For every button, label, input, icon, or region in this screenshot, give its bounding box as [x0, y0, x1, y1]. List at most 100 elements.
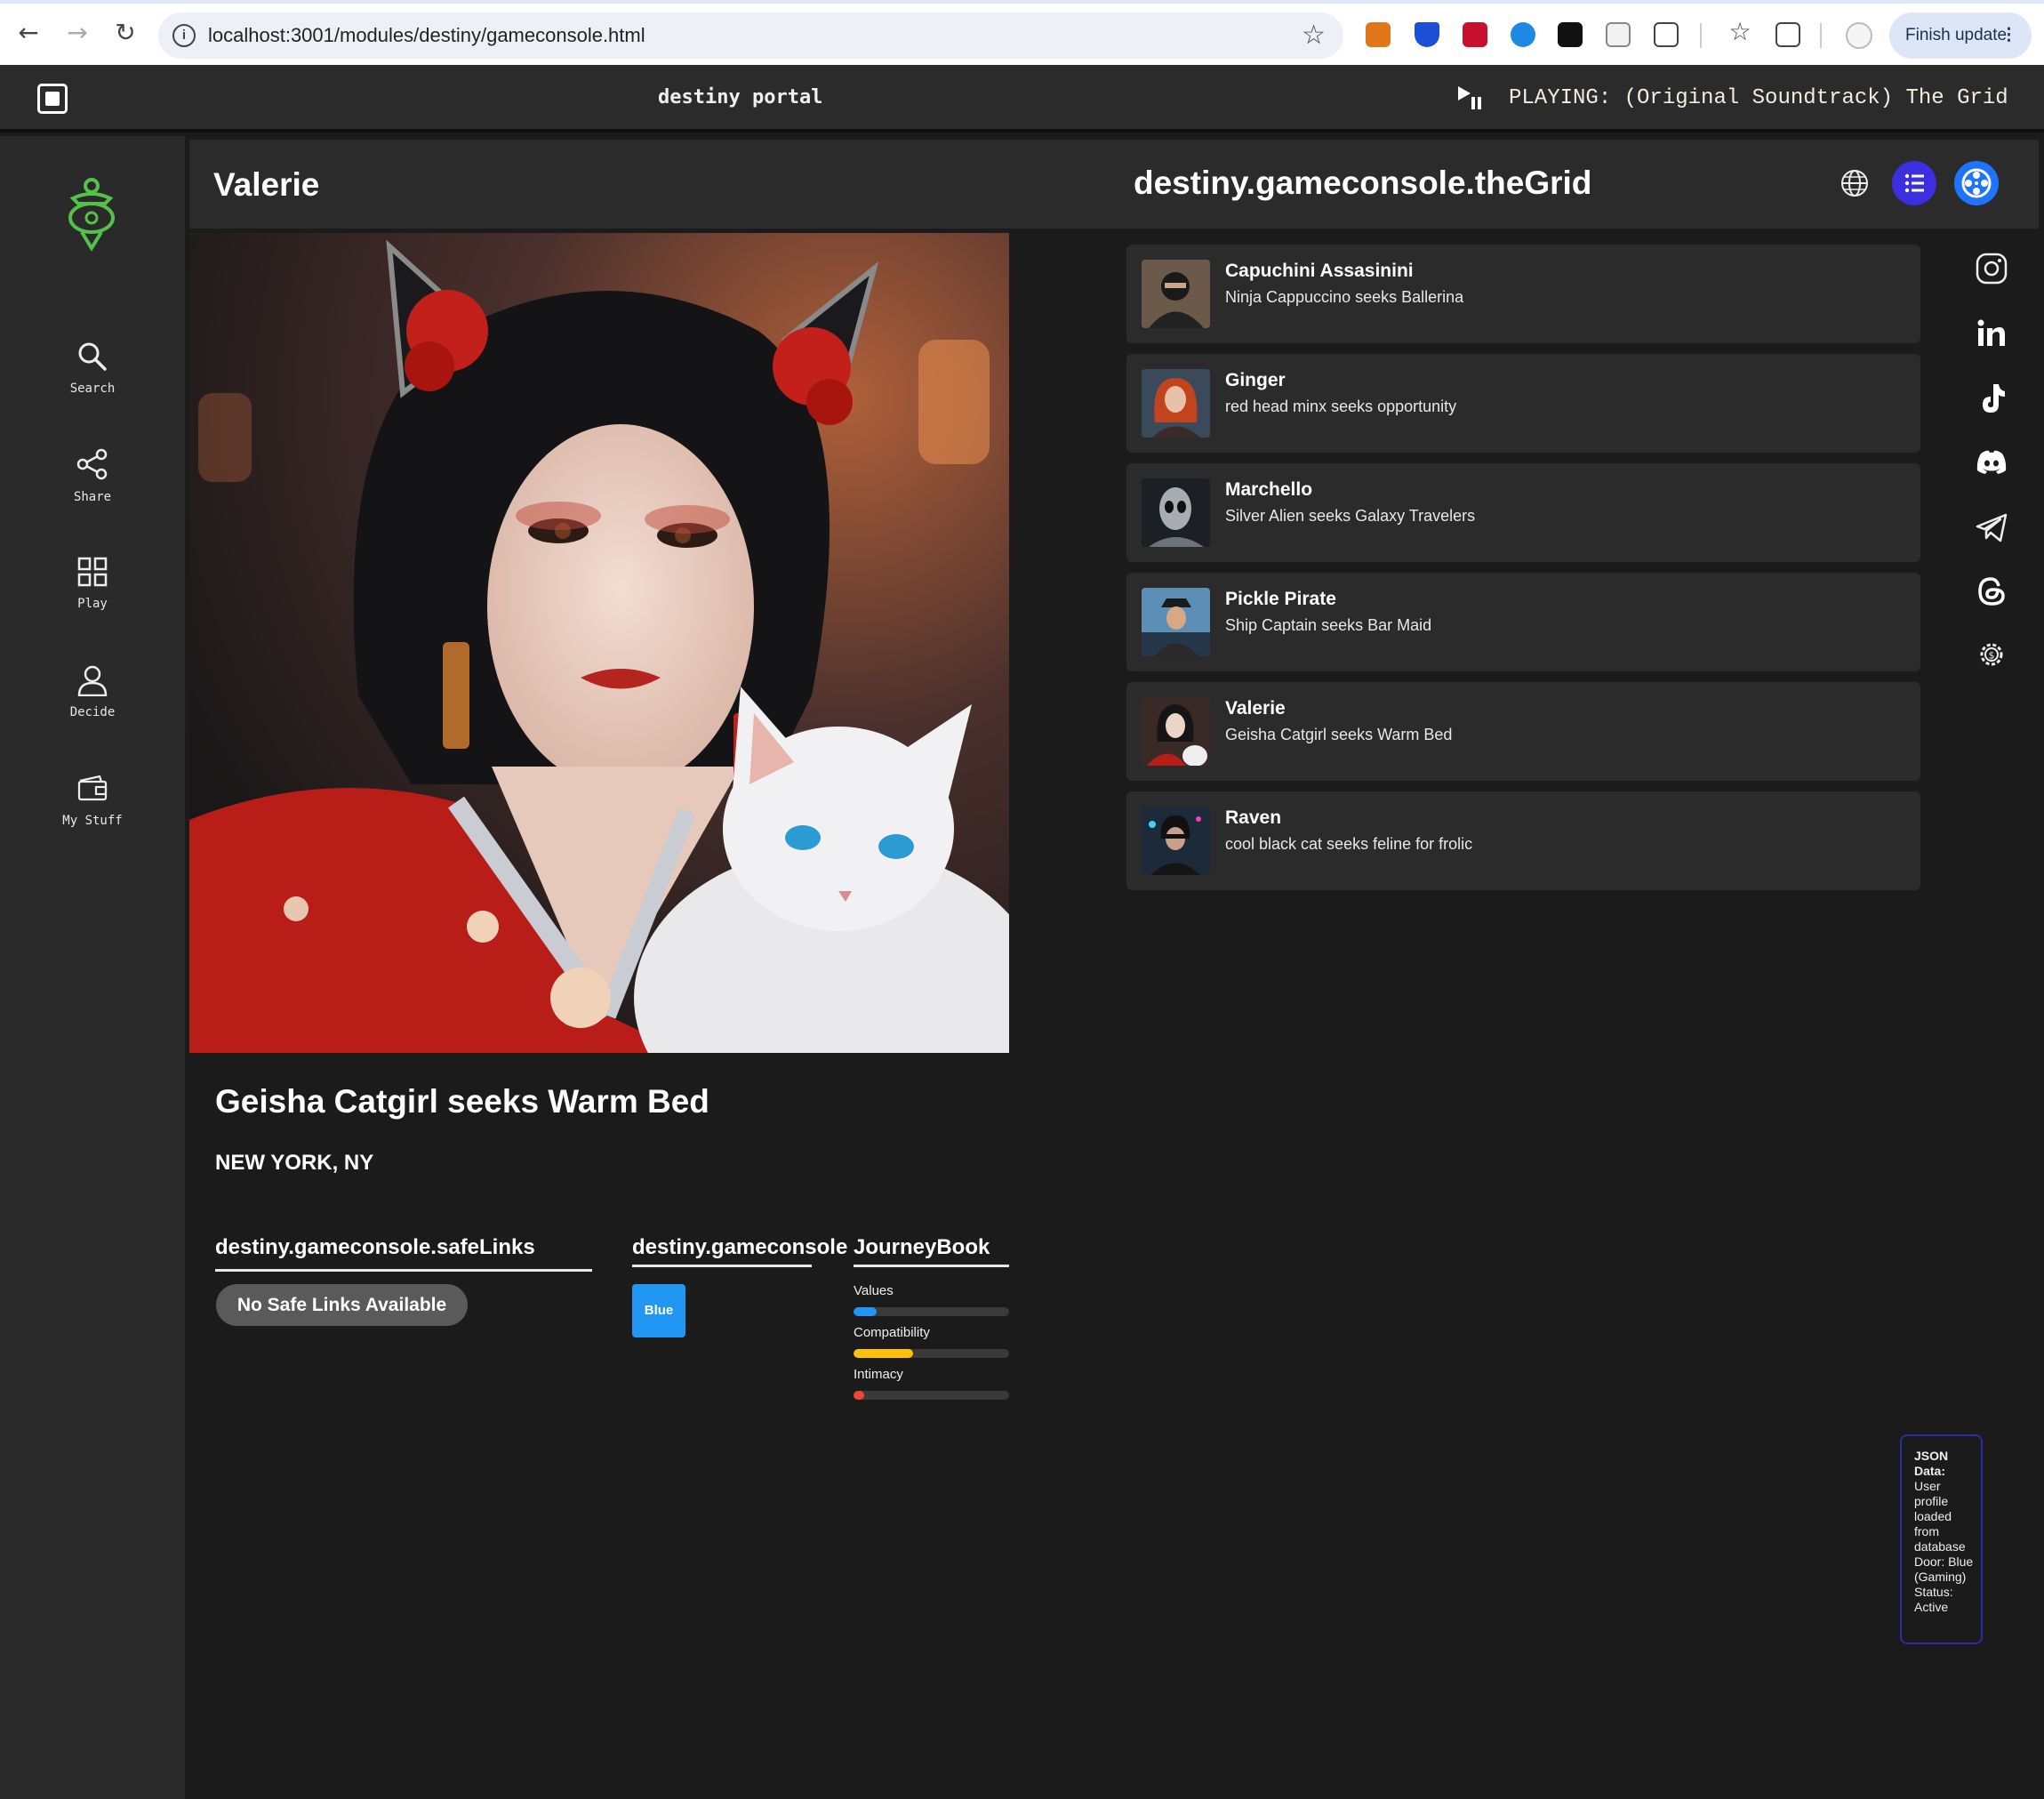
grid-card-tagline: Ship Captain seeks Bar Maid: [1225, 616, 1432, 634]
sidebar-item-label: Decide: [69, 705, 116, 719]
app-topbar: destiny portal PLAYING: (Original Soundt…: [0, 65, 2044, 133]
linkedin-icon[interactable]: [1974, 316, 2009, 351]
reload-icon[interactable]: ↻: [112, 20, 139, 46]
sidebar-item-share[interactable]: Share: [0, 447, 185, 527]
no-safe-links-button[interactable]: No Safe Links Available: [216, 1284, 468, 1326]
profile-avatar-icon[interactable]: [1846, 22, 1872, 49]
app-title: destiny portal: [658, 86, 823, 108]
profile-portrait-image: [189, 233, 1009, 1053]
json-data-panel: JSON Data: User profile loaded from data…: [1900, 1434, 1983, 1644]
sidebar-item-label: Search: [69, 381, 116, 396]
finish-update-button[interactable]: Finish update ⋮: [1889, 12, 2032, 59]
url-text[interactable]: localhost:3001/modules/destiny/gameconso…: [208, 24, 645, 47]
back-arrow-icon[interactable]: ←: [15, 20, 42, 46]
grid-card[interactable]: Marchello Silver Alien seeks Galaxy Trav…: [1126, 463, 1920, 562]
sidebar-item-label: Play: [77, 597, 108, 611]
tiktok-icon[interactable]: [1974, 381, 2009, 416]
grid-title: destiny.gameconsole.theGrid: [1134, 165, 1592, 201]
grid-card-tagline: Geisha Catgirl seeks Warm Bed: [1225, 726, 1453, 743]
profile-header: Valerie destiny.gameconsole.theGrid: [189, 140, 2039, 229]
person-icon: [77, 665, 108, 696]
puzzle-extension-icon[interactable]: [1654, 22, 1679, 47]
globe-icon[interactable]: [1832, 161, 1877, 205]
tab-search-icon[interactable]: [1775, 22, 1800, 47]
grid-card[interactable]: Valerie Geisha Catgirl seeks Warm Bed: [1126, 682, 1920, 781]
meter-compatibility: [854, 1349, 1009, 1358]
profile-name: Valerie: [213, 166, 320, 203]
grid-card-tagline: cool black cat seeks feline for frolic: [1225, 835, 1473, 853]
profile-headline: Geisha Catgirl seeks Warm Bed: [215, 1083, 709, 1120]
browser-toolbar: ← → ↻ i localhost:3001/modules/destiny/g…: [0, 0, 2044, 65]
forward-arrow-icon[interactable]: →: [64, 20, 91, 46]
sidebar-item-label: Share: [73, 490, 112, 504]
settings-icon[interactable]: $: [1974, 637, 2009, 672]
discord-icon[interactable]: [1974, 445, 2009, 480]
shield-extension-icon[interactable]: [1415, 22, 1439, 47]
meter-fill: [854, 1307, 878, 1316]
meter-label-values: Values: [854, 1283, 894, 1298]
bookmark-star-icon[interactable]: ☆: [1302, 20, 1326, 51]
search-icon: [78, 342, 107, 371]
journeybook-underline-left: [632, 1265, 812, 1267]
app-logo-icon[interactable]: [37, 84, 68, 114]
metamask-extension-icon[interactable]: [1366, 22, 1391, 47]
threads-icon[interactable]: [1974, 574, 2009, 609]
grid-card-tagline: Silver Alien seeks Galaxy Travelers: [1225, 507, 1476, 525]
meter-label-compatibility: Compatibility: [854, 1325, 930, 1340]
destiny-logo-icon[interactable]: [62, 177, 121, 252]
journeybook-underline-right: [854, 1265, 1009, 1267]
bookmarks-icon[interactable]: ☆: [1727, 19, 1753, 45]
sidebar-item-play[interactable]: Play: [0, 556, 185, 636]
grid-card-name: Ginger: [1225, 370, 1286, 390]
pdf-extension-icon[interactable]: [1463, 22, 1487, 47]
telegram-icon[interactable]: [1974, 510, 2009, 545]
cast-extension-icon[interactable]: [1606, 22, 1631, 47]
sidebar-item-my-stuff[interactable]: My Stuff: [0, 773, 185, 853]
site-info-icon[interactable]: i: [172, 24, 196, 47]
meter-intimacy: [854, 1391, 1009, 1400]
grid-card-name: Pickle Pirate: [1225, 589, 1336, 609]
grid-card[interactable]: Pickle Pirate Ship Captain seeks Bar Mai…: [1126, 573, 1920, 671]
circle-extension-icon[interactable]: [1511, 22, 1535, 47]
now-playing-text: PLAYING: (Original Soundtrack) The Grid: [1509, 86, 2008, 110]
grid-card-name: Marchello: [1225, 479, 1313, 500]
toolbar-divider: [1820, 23, 1822, 48]
grid-card-name: Capuchini Assasinini: [1225, 261, 1414, 281]
json-data-body: User profile loaded from database Door: …: [1914, 1479, 1974, 1614]
address-bar[interactable]: i localhost:3001/modules/destiny/gamecon…: [158, 12, 1343, 59]
avatar: [1142, 697, 1210, 766]
sidebar-item-search[interactable]: Search: [0, 341, 185, 421]
avatar: [1142, 807, 1210, 875]
sidebar: Search Share Play Decide My Stuff: [0, 136, 185, 1799]
meter-values: [854, 1307, 1009, 1316]
dark-extension-icon[interactable]: [1558, 22, 1583, 47]
grid-icon: [77, 557, 108, 587]
avatar: [1142, 588, 1210, 656]
safe-links-title: destiny.gameconsole.safeLinks: [215, 1235, 592, 1272]
share-icon: [76, 448, 108, 480]
profile-location: NEW YORK, NY: [215, 1151, 374, 1175]
instagram-icon[interactable]: [1974, 251, 2009, 286]
grid-card-tagline: red head minx seeks opportunity: [1225, 398, 1457, 415]
grid-card[interactable]: Ginger red head minx seeks opportunity: [1126, 354, 1920, 453]
avatar: [1142, 260, 1210, 328]
menu-dots-icon: ⋮: [2000, 26, 2017, 44]
avatar: [1142, 369, 1210, 438]
finish-update-label: Finish update: [1905, 26, 2008, 44]
list-view-icon[interactable]: [1892, 161, 1936, 205]
grid-card-name: Raven: [1225, 807, 1282, 828]
door-badge[interactable]: Blue: [632, 1284, 685, 1337]
sidebar-item-decide[interactable]: Decide: [0, 664, 185, 744]
meter-fill: [854, 1391, 865, 1400]
svg-text:$: $: [1989, 650, 1995, 662]
grid-card[interactable]: Capuchini Assasinini Ninja Cappuccino se…: [1126, 245, 1920, 343]
grid-card-name: Valerie: [1225, 698, 1286, 719]
grid-card[interactable]: Raven cool black cat seeks feline for fr…: [1126, 791, 1920, 890]
json-data-heading: JSON Data:: [1914, 1449, 1949, 1478]
wallet-icon: [77, 775, 108, 801]
meter-label-intimacy: Intimacy: [854, 1367, 903, 1382]
grid-card-tagline: Ninja Cappuccino seeks Ballerina: [1225, 288, 1464, 306]
play-pause-icon[interactable]: [1456, 84, 1483, 111]
film-reel-icon[interactable]: [1954, 161, 1999, 205]
toolbar-divider: [1700, 23, 1702, 48]
